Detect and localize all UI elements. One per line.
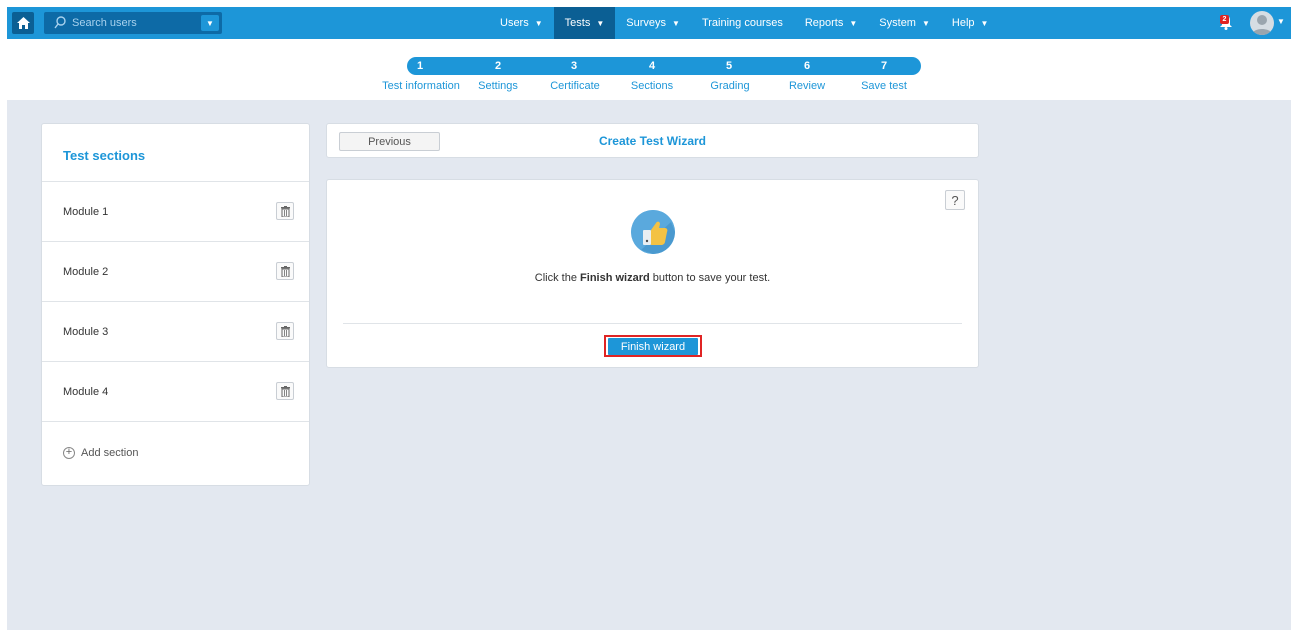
finish-wizard-button[interactable]: Finish wizard [608, 338, 698, 355]
trash-icon [280, 205, 290, 217]
search-filter-dropdown[interactable]: ▼ [201, 15, 219, 31]
chevron-down-icon: ▼ [980, 18, 989, 28]
nav-system[interactable]: System ▼ [868, 7, 941, 39]
test-sections-panel: Test sections Module 1 Module 2 Module 3… [41, 123, 310, 486]
step-7-label[interactable]: Save test [829, 80, 939, 92]
step-1-number[interactable]: 1 [410, 57, 430, 75]
step-6-number[interactable]: 6 [797, 57, 817, 75]
trash-icon [280, 325, 290, 337]
trash-icon [280, 385, 290, 397]
panel-title: Test sections [63, 148, 146, 163]
section-row[interactable]: Module 2 [42, 241, 309, 301]
section-row-divider [42, 421, 309, 422]
section-row[interactable]: Module 4 [42, 361, 309, 421]
main-nav: Users ▼ Tests ▼ Surveys ▼ Training courses … [489, 7, 999, 39]
nav-training-courses[interactable]: Training courses [691, 7, 794, 39]
thumbs-up-icon [631, 210, 675, 254]
section-row[interactable]: Module 3 [42, 301, 309, 361]
help-button[interactable]: ? [945, 190, 965, 210]
nav-tests[interactable]: Tests ▼ [553, 7, 616, 39]
notification-badge: 2 [1220, 15, 1229, 24]
nav-help[interactable]: Help ▼ [941, 7, 1000, 39]
thumbs-up-illustration [631, 210, 675, 254]
step-2-number[interactable]: 2 [488, 57, 508, 75]
add-section-label: Add section [81, 447, 139, 459]
add-section-button[interactable]: + Add section [63, 447, 138, 459]
step-7-number[interactable]: 7 [874, 57, 894, 75]
section-label: Module 3 [63, 326, 109, 338]
top-navbar: ▼ Users▼ Tests▼ Surveys▼ Training course… [7, 7, 1291, 39]
search-box: ▼ [44, 12, 222, 34]
search-input[interactable] [72, 15, 192, 31]
finish-card: ? Click the Finish wizard button to save… [326, 179, 979, 368]
chevron-down-icon: ▼ [849, 18, 858, 28]
home-icon [16, 17, 30, 29]
section-label: Module 4 [63, 386, 109, 398]
delete-section-button[interactable] [276, 262, 294, 280]
nav-surveys[interactable]: Surveys ▼ [615, 7, 691, 39]
search-icon [54, 16, 66, 29]
plus-icon: + [63, 447, 75, 459]
trash-icon [280, 265, 290, 277]
step-5-number[interactable]: 5 [719, 57, 739, 75]
chevron-down-icon: ▼ [206, 18, 214, 28]
home-button[interactable] [12, 12, 34, 34]
chevron-down-icon: ▼ [672, 18, 680, 28]
wizard-header: Create Test Wizard Previous [326, 123, 979, 158]
avatar[interactable] [1250, 11, 1274, 35]
step-4-number[interactable]: 4 [642, 57, 662, 75]
delete-section-button[interactable] [276, 382, 294, 400]
nav-reports[interactable]: Reports ▼ [794, 7, 868, 39]
chevron-down-icon: ▼ [534, 18, 543, 28]
section-label: Module 2 [63, 266, 109, 278]
instruction-text: Click the Finish wizard button to save y… [534, 272, 771, 284]
chevron-down-icon[interactable]: ▼ [1277, 17, 1285, 26]
user-icon [1252, 15, 1272, 35]
delete-section-button[interactable] [276, 322, 294, 340]
divider [343, 323, 962, 324]
wizard-stepper [407, 57, 921, 75]
chevron-down-icon: ▼ [596, 18, 605, 28]
step-3-number[interactable]: 3 [564, 57, 584, 75]
section-row[interactable]: Module 1 [42, 181, 309, 241]
nav-users[interactable]: Users ▼ [489, 7, 554, 39]
delete-section-button[interactable] [276, 202, 294, 220]
previous-button[interactable]: Previous [339, 132, 440, 151]
section-label: Module 1 [63, 206, 109, 218]
chevron-down-icon: ▼ [921, 18, 930, 28]
instruction-emphasis: Finish wizard [580, 272, 650, 284]
